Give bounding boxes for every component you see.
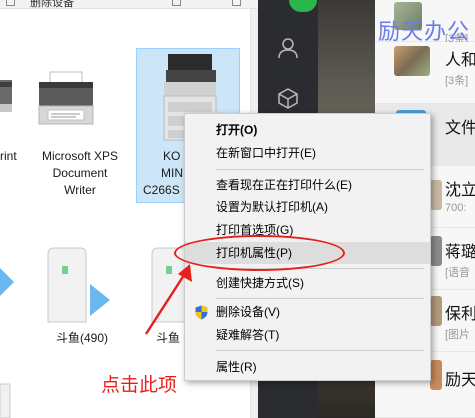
xps-writer-label: Microsoft XPS Document Writer — [32, 148, 128, 199]
xps-writer-device[interactable] — [36, 70, 96, 130]
printer-partial[interactable] — [0, 72, 14, 122]
avatar — [394, 46, 430, 76]
avatar — [430, 296, 442, 326]
menu-item-troubleshoot[interactable]: 疑难解答(T) — [185, 324, 430, 346]
chat-row-sub: 700: — [445, 202, 467, 214]
media-device-icon — [47, 247, 110, 323]
delete-device-toolbar-button[interactable]: 删除设备 — [30, 0, 74, 8]
douyu-490-label: 斗鱼(490) — [55, 331, 108, 345]
menu-item-create-shortcut[interactable]: 创建快捷方式(S) — [185, 272, 430, 294]
menu-separator — [216, 169, 424, 170]
avatar — [430, 180, 442, 210]
chat-row-sub: [图片 — [445, 329, 471, 341]
douyu-490-device[interactable] — [40, 246, 124, 326]
toolbar-icon — [6, 0, 15, 6]
chat-row-title: 人和 — [445, 52, 475, 69]
cube-icon[interactable] — [274, 84, 302, 112]
printer-icon — [0, 80, 12, 112]
annotation-arrow-icon — [144, 264, 192, 335]
help-icon[interactable] — [232, 0, 241, 6]
avatar — [430, 360, 442, 390]
menu-item-set-default[interactable]: 设置为默认打印机(A) — [185, 196, 430, 218]
device-partial-left[interactable] — [0, 246, 16, 316]
chat-row-sub: [3条] — [445, 75, 469, 87]
menu-item-open-new-window[interactable]: 在新窗口中打开(E) — [185, 142, 430, 164]
device-icon — [0, 383, 11, 418]
printer-icon — [38, 71, 94, 125]
contacts-icon[interactable] — [274, 34, 302, 62]
menu-item-see-printing[interactable]: 查看现在正在打印什么(E) — [185, 174, 430, 196]
menu-item-remove-device-label: 删除设备(V) — [216, 305, 280, 319]
annotation-text: 点击此项 — [101, 375, 178, 396]
xps-label-line3: Writer — [64, 183, 96, 197]
xps-label-line2: Document — [52, 166, 108, 180]
menu-separator — [216, 298, 424, 299]
chat-row-sub: [语音 — [445, 267, 471, 279]
menu-separator — [216, 350, 424, 351]
explorer-toolbar: 删除设备 — [0, 0, 258, 9]
chat-row-title: 沈立 — [445, 182, 475, 199]
chat-row-title: 文件 — [445, 120, 475, 137]
xps-label-line1: Microsoft XPS — [41, 149, 119, 163]
device-partial-bottom[interactable] — [0, 380, 14, 418]
avatar — [430, 236, 442, 266]
printer-label-partial: rint — [0, 149, 17, 163]
chat-row-title: 励天 — [445, 372, 475, 389]
menu-item-properties[interactable]: 属性(R) — [185, 356, 430, 378]
media-device-icon — [0, 268, 14, 296]
view-options-icon[interactable] — [172, 0, 181, 6]
menu-item-open[interactable]: 打开(O) — [185, 119, 430, 141]
chat-row-title: 保利 — [445, 306, 475, 323]
menu-item-remove-device[interactable]: 删除设备(V) — [185, 301, 430, 323]
chat-row-title: 蒋璐 — [445, 244, 475, 261]
